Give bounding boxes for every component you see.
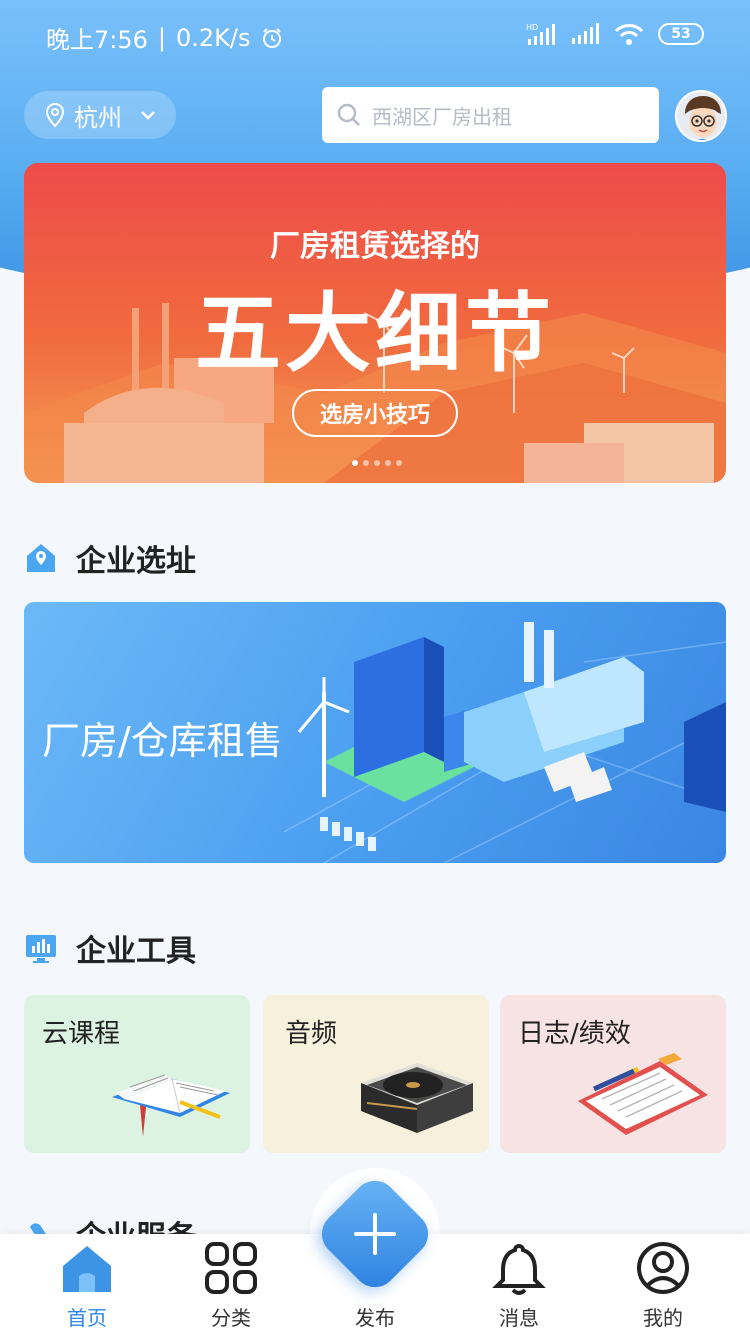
tab-label: 分类 xyxy=(211,1306,251,1330)
monitor-chart-icon xyxy=(26,935,56,963)
search-input[interactable]: 西湖区厂房出租 xyxy=(322,87,659,143)
location-pin-icon xyxy=(45,102,65,128)
svg-text:HD: HD xyxy=(526,23,538,32)
tab-label: 发布 xyxy=(355,1306,395,1330)
factory-rental-text: 厂房/仓库租售 xyxy=(42,719,283,763)
carousel-dot[interactable] xyxy=(396,460,402,466)
grid-icon xyxy=(205,1242,257,1294)
signal-hd-icon: HD xyxy=(526,23,555,45)
tab-messages[interactable]: 消息 xyxy=(459,1234,579,1334)
home-icon xyxy=(63,1246,111,1292)
wifi-icon xyxy=(614,24,644,45)
avatar[interactable] xyxy=(675,90,727,142)
tab-home[interactable]: 首页 xyxy=(27,1234,147,1334)
tool-log-performance[interactable]: 日志/绩效 xyxy=(500,995,726,1153)
carousel-dot[interactable] xyxy=(352,460,358,466)
tool-cloud-course[interactable]: 云课程 xyxy=(24,995,250,1153)
bell-icon xyxy=(492,1243,546,1295)
chevron-down-icon xyxy=(141,111,155,120)
carousel-dot[interactable] xyxy=(363,460,369,466)
tool-audio[interactable]: 音频 xyxy=(263,995,489,1153)
search-placeholder: 西湖区厂房出租 xyxy=(372,104,512,129)
plus-icon xyxy=(354,1213,396,1255)
signal-icon xyxy=(572,23,599,44)
status-speed: 0.2K/s xyxy=(176,23,251,52)
carousel-dot[interactable] xyxy=(374,460,380,466)
city-label: 杭州 xyxy=(74,103,122,132)
banner-title: 五大细节 xyxy=(195,284,555,384)
status-time: 晚上7:56 xyxy=(46,26,148,54)
alarm-icon xyxy=(262,27,281,48)
promo-banner[interactable]: 厂房租赁选择的 五大细节 选房小技巧 xyxy=(24,163,726,483)
section-location-title: 企业选址 xyxy=(76,544,196,579)
banner-subtitle: 厂房租赁选择的 xyxy=(270,229,480,264)
status-bar: 晚上7:56 | 0.2K/s HD 53 xyxy=(0,0,750,70)
tips-button[interactable]: 选房小技巧 xyxy=(292,389,458,437)
tab-category[interactable]: 分类 xyxy=(171,1234,291,1334)
clipboard-icon xyxy=(578,1053,708,1135)
carousel-dot[interactable] xyxy=(385,460,391,466)
house-location-icon xyxy=(27,544,55,572)
factory-rental-card[interactable]: 厂房/仓库租售 xyxy=(24,602,726,863)
battery-indicator: 53 xyxy=(658,23,704,45)
record-player-icon xyxy=(361,1063,473,1133)
section-tools-title: 企业工具 xyxy=(76,934,196,969)
tool-label: 云课程 xyxy=(42,1019,121,1049)
section-tools-header: 企业工具 xyxy=(24,926,196,970)
tool-label: 日志/绩效 xyxy=(518,1019,631,1049)
user-icon xyxy=(637,1242,689,1294)
tool-label: 音频 xyxy=(285,1019,338,1049)
tab-label: 消息 xyxy=(499,1306,539,1330)
carousel-dots xyxy=(352,460,402,466)
home-page: 晚上7:56 | 0.2K/s HD 53 杭州 西湖区厂房出租 厂房租赁选择的… xyxy=(0,0,750,1334)
tab-label: 首页 xyxy=(67,1306,107,1330)
tab-profile[interactable]: 我的 xyxy=(603,1234,723,1334)
tab-label: 我的 xyxy=(643,1306,683,1330)
search-icon xyxy=(337,103,360,126)
section-location-header: 企业选址 xyxy=(24,536,196,580)
book-icon xyxy=(112,1074,230,1137)
city-selector[interactable]: 杭州 xyxy=(24,91,176,139)
